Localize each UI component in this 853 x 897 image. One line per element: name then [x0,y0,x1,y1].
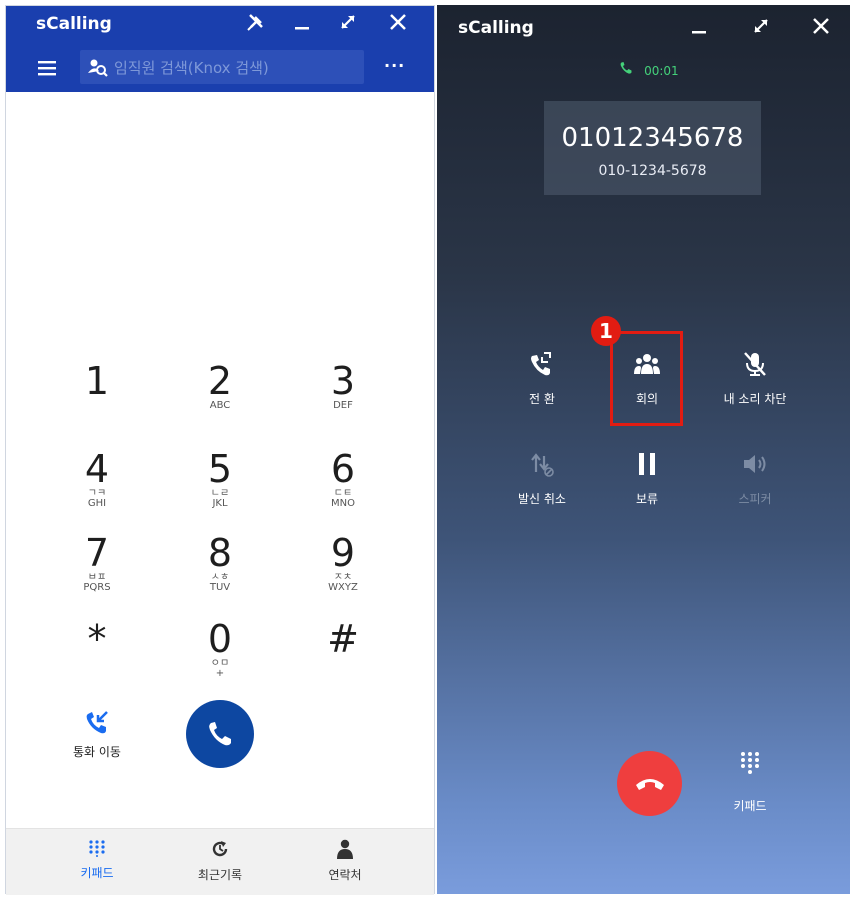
phone-icon [206,720,234,752]
key-7[interactable]: 7 ㅂㅍ PQRS [52,533,142,593]
key-3[interactable]: 3 DEF [298,361,388,411]
hang-up-icon [634,773,666,797]
contact-icon [335,839,355,862]
call-timer: 00:01 [619,60,679,79]
minimize-icon[interactable] [288,11,316,39]
call-transfer-icon [52,709,142,737]
call-transfer-button[interactable]: 통화 이동 [52,709,142,760]
keypad-label: 키패드 [733,799,767,813]
bottom-navigation: 키패드 최근기록 연락처 [6,828,434,895]
keypad-button[interactable]: 키패드 [720,751,780,814]
more-options-icon[interactable]: ··· [384,56,405,75]
nav-keypad-label: 키패드 [80,866,114,880]
person-search-icon [88,58,108,78]
key-5[interactable]: 5 ㄴㄹ JKL [175,449,265,509]
speaker-icon [700,450,810,490]
speaker-label: 스피커 [738,492,772,506]
key-4[interactable]: 4 ㄱㅋ GHI [52,449,142,509]
key-9[interactable]: 9 ㅈㅊ WXYZ [298,533,388,593]
maximize-icon[interactable] [747,15,775,43]
app-title: sCalling [36,14,112,34]
nav-contacts[interactable]: 연락처 [295,839,395,883]
mute-label: 내 소리 차단 [723,392,787,406]
phone-icon [619,60,638,79]
mute-icon [700,350,810,390]
key-star[interactable]: * [52,619,142,659]
cancel-forward-button[interactable]: 발신 취소 [487,450,597,507]
maximize-icon[interactable] [334,11,362,39]
nav-contacts-label: 연락처 [328,868,362,882]
hold-button[interactable]: 보류 [592,450,702,507]
caller-number: 01012345678 [561,123,744,153]
recent-icon [210,841,230,862]
unpin-icon[interactable] [242,11,270,39]
minimize-icon[interactable] [685,15,713,43]
app-title: sCalling [458,18,534,38]
key-1[interactable]: 1 [52,361,142,401]
end-call-button[interactable] [617,751,682,816]
conference-highlight-box [610,331,683,426]
nav-keypad[interactable]: 키패드 [47,839,147,881]
transfer-icon [487,350,597,390]
nav-recent[interactable]: 최근기록 [170,839,270,883]
transfer-button[interactable]: 전 환 [487,350,597,407]
keypad: 1 2 ABC 3 DEF 4 ㄱㅋ GHI 5 ㄴㄹ JKL 6 ㄷㅌ MNO 7 ㅂㅍ PQRS… [6,361,434,691]
key-2[interactable]: 2 ABC [175,361,265,411]
in-call-window: sCalling 00:01 01012345678 010-1234-5678… [437,5,850,894]
dialer-window: sCalling 임직원 검색(Knox 검색) ··· 1 2 ABC 3 D… [5,5,435,895]
keypad-icon [88,840,106,860]
key-0[interactable]: 0 ㅇㅁ + [175,619,265,679]
menu-icon[interactable] [38,60,56,76]
hold-icon [592,450,702,490]
caller-formatted-number: 010-1234-5678 [598,163,707,179]
key-6[interactable]: 6 ㄷㅌ MNO [298,449,388,509]
dialer-header: sCalling 임직원 검색(Knox 검색) ··· [6,6,434,92]
call-button[interactable] [186,700,254,768]
employee-search-box[interactable]: 임직원 검색(Knox 검색) [80,50,364,84]
close-icon[interactable] [384,11,412,39]
mute-button[interactable]: 내 소리 차단 [700,350,810,407]
cancel-forward-label: 발신 취소 [518,492,566,506]
call-duration: 00:01 [644,64,679,78]
keypad-icon [720,751,780,785]
key-8[interactable]: 8 ㅅㅎ TUV [175,533,265,593]
close-icon[interactable] [807,15,835,43]
callout-badge: 1 [591,316,621,346]
key-hash[interactable]: # [298,619,388,659]
nav-recent-label: 최근기록 [197,868,243,882]
transfer-label: 전 환 [529,392,555,406]
call-transfer-label: 통화 이동 [73,745,121,759]
search-placeholder: 임직원 검색(Knox 검색) [114,59,269,77]
hold-label: 보류 [635,492,659,506]
cancel-forward-icon [487,450,597,490]
caller-card: 01012345678 010-1234-5678 [544,101,761,195]
speaker-button: 스피커 [700,450,810,507]
